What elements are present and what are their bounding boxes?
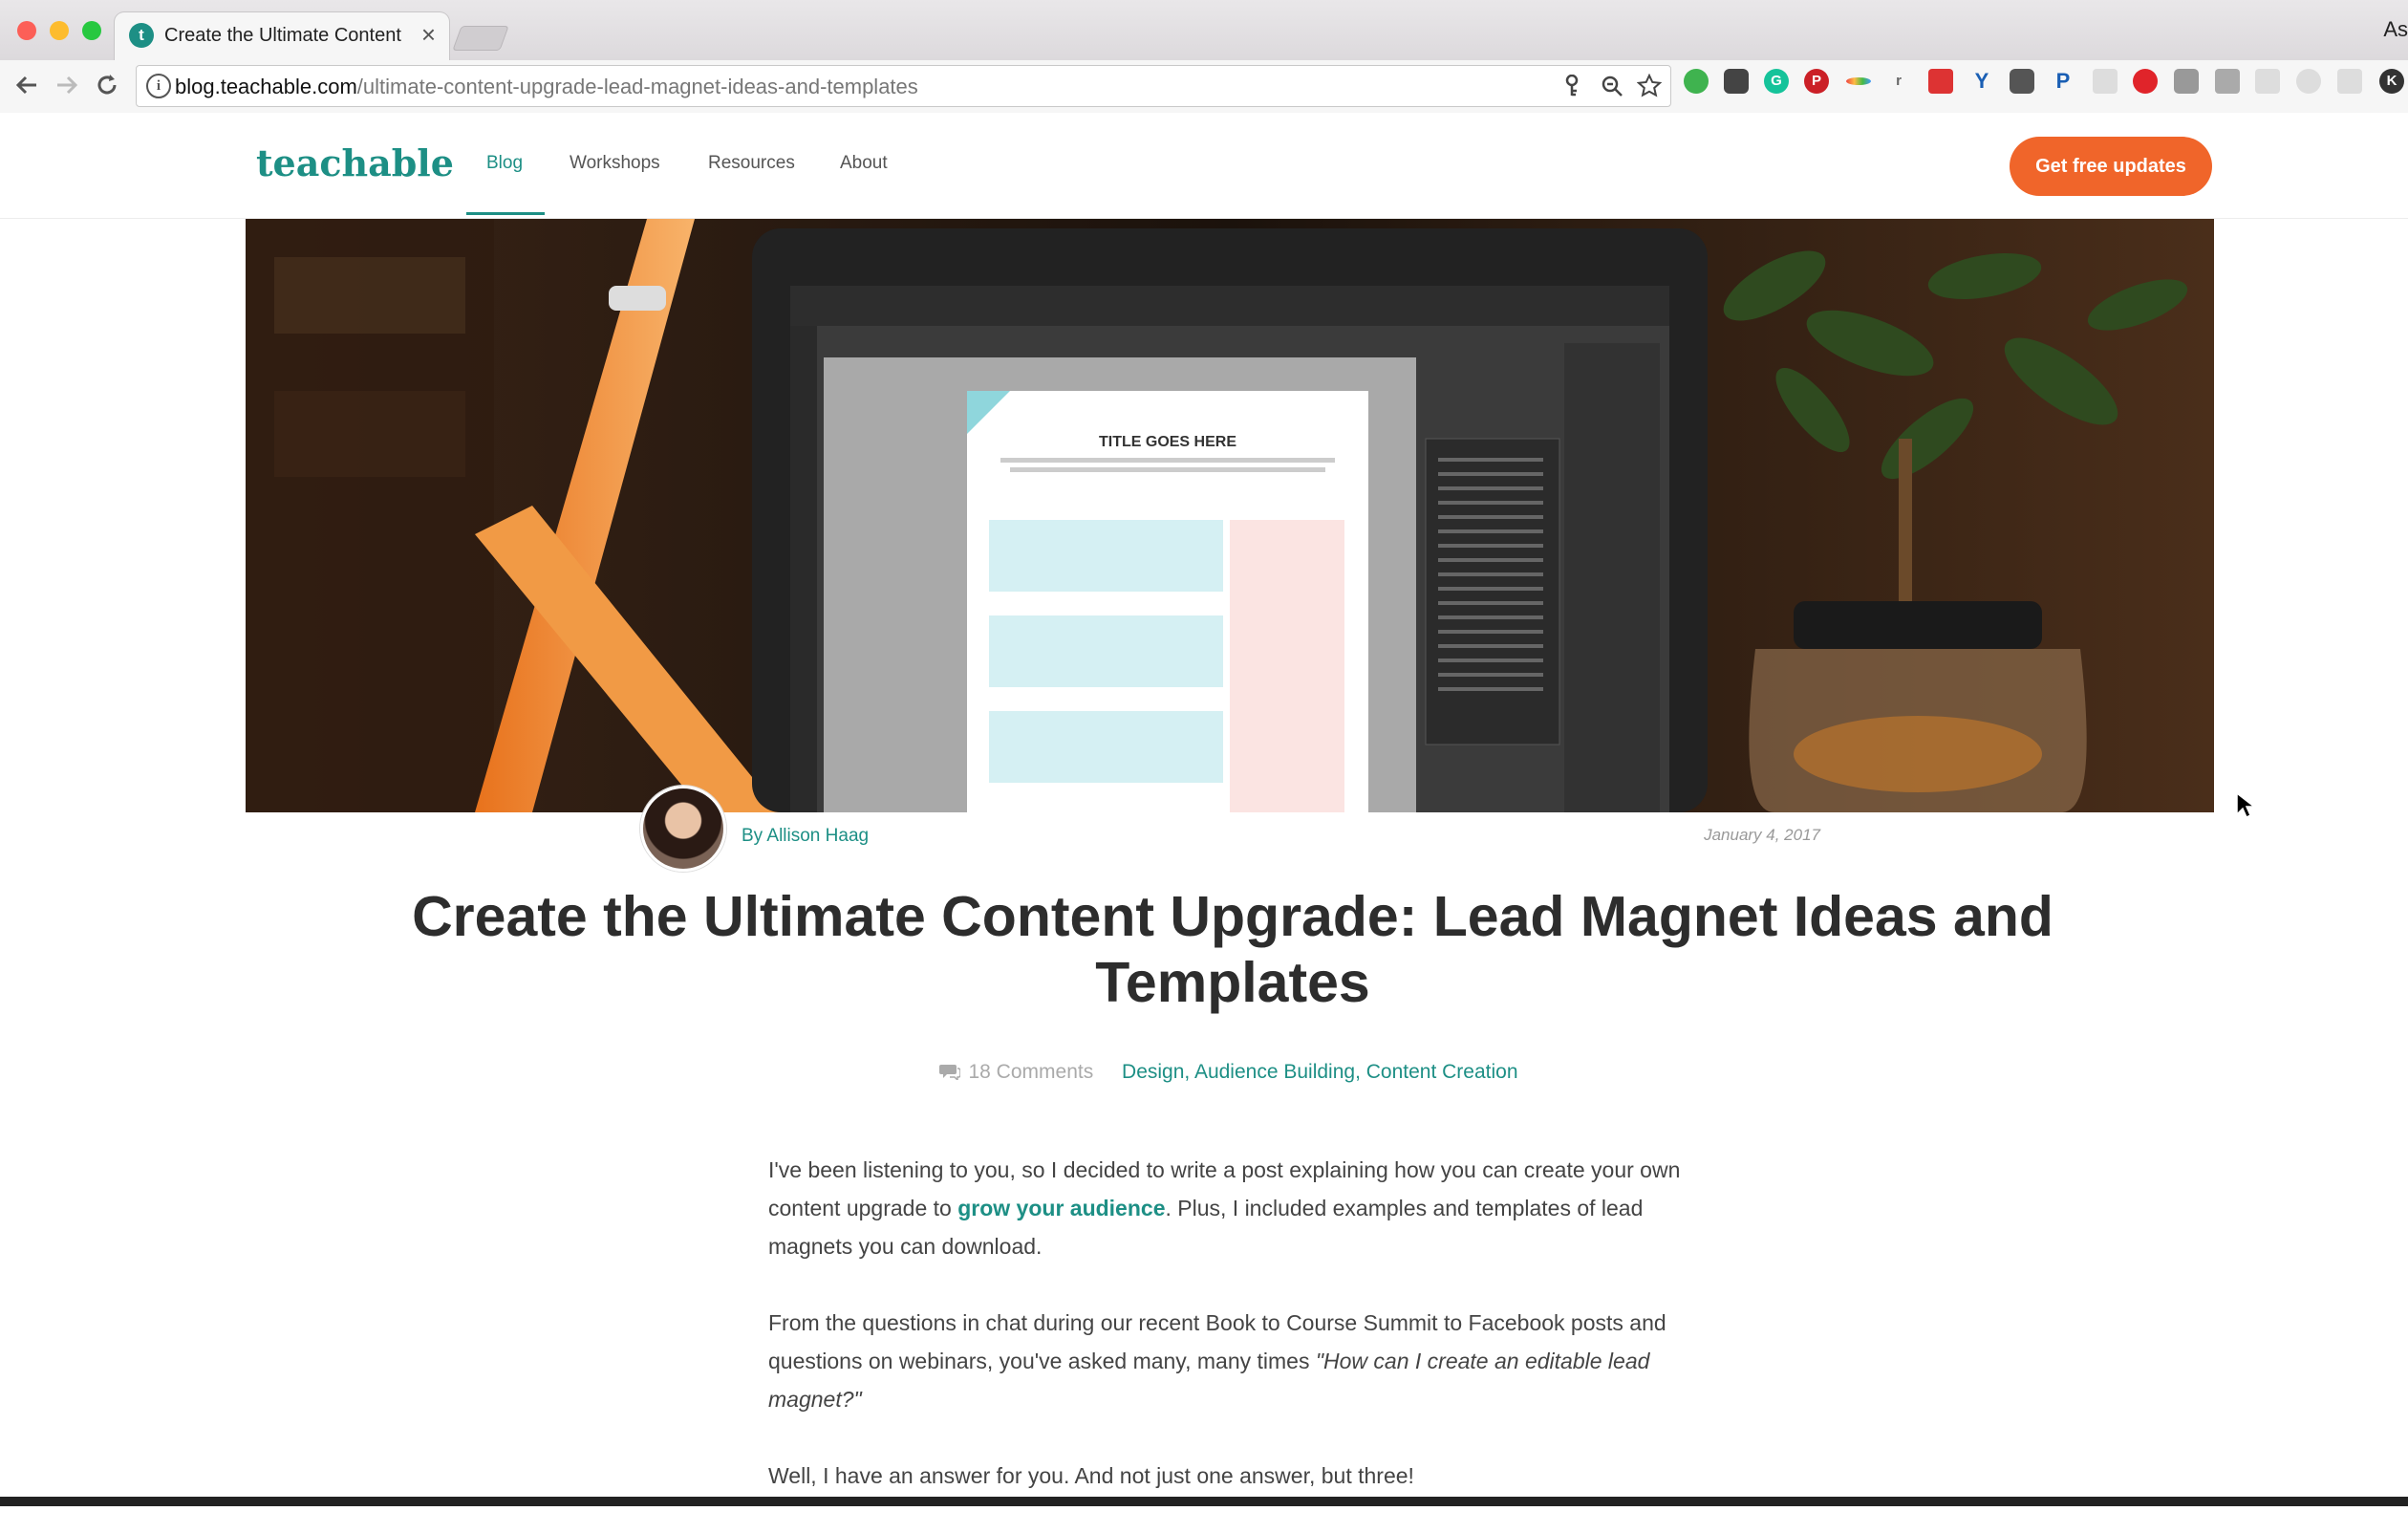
grammarly-icon[interactable]: G	[1764, 69, 1789, 94]
minimize-window-button[interactable]	[50, 21, 69, 40]
back-arrow-icon[interactable]	[13, 72, 40, 98]
teachable-favicon-icon: t	[129, 23, 154, 48]
post-body: I've been listening to you, so I decided…	[768, 1151, 1695, 1533]
category-content-creation[interactable]: Content Creation	[1366, 1061, 1518, 1083]
reload-icon[interactable]	[94, 72, 120, 98]
browser-titlebar: t Create the Ultimate Content U × As	[0, 0, 2408, 60]
get-free-updates-button[interactable]: Get free updates	[2010, 137, 2212, 196]
extension-green-icon[interactable]	[1684, 69, 1709, 94]
extension-k-square-icon[interactable]	[2215, 69, 2240, 94]
key-icon[interactable]	[1562, 75, 1581, 97]
forward-arrow-icon[interactable]	[54, 72, 80, 98]
category-audience-building[interactable]: Audience Building	[1194, 1061, 1355, 1083]
profile-k-icon[interactable]: K	[2379, 69, 2404, 94]
url-path: /ultimate-content-upgrade-lead-magnet-id…	[356, 75, 918, 98]
category-design[interactable]: Design	[1122, 1061, 1184, 1083]
post-meta: 18 Comments Design, Audience Building, C…	[0, 1061, 2408, 1084]
hero-image: TITLE GOES HERE	[246, 219, 2214, 812]
paragraph-1: I've been listening to you, so I decided…	[768, 1151, 1695, 1265]
extension-red-circle-icon[interactable]	[2133, 69, 2158, 94]
close-window-button[interactable]	[17, 21, 36, 40]
settings-gear-icon[interactable]	[2296, 69, 2321, 94]
teachable-logo[interactable]: teachable	[256, 141, 454, 184]
site-info-icon[interactable]: i	[146, 74, 171, 98]
mouse-cursor-icon	[2236, 791, 2254, 819]
window-bottom-edge	[0, 1497, 2408, 1506]
new-tab-button[interactable]	[452, 26, 509, 51]
hero-laptop-photo: TITLE GOES HERE	[246, 219, 2214, 812]
url-host: blog.teachable.com	[175, 75, 357, 98]
nav-blog[interactable]: Blog	[486, 153, 523, 174]
grow-your-audience-link[interactable]: grow your audience	[957, 1196, 1165, 1220]
address-url[interactable]: blog.teachable.com/ultimate-content-upgr…	[175, 75, 918, 99]
extension-hex-icon[interactable]	[1724, 69, 1749, 94]
post-title: Create the Ultimate Content Upgrade: Lea…	[412, 885, 2053, 1014]
extension-rainbow-icon[interactable]	[1846, 77, 1871, 85]
address-bar[interactable]: i blog.teachable.com/ultimate-content-up…	[136, 65, 1671, 107]
nav-about[interactable]: About	[840, 153, 888, 174]
comments-link[interactable]: 18 Comments	[939, 1061, 1099, 1083]
camera-icon[interactable]	[2174, 69, 2199, 94]
maximize-window-button[interactable]	[82, 21, 101, 40]
extension-p-icon[interactable]: P	[2051, 69, 2075, 94]
pocket-icon[interactable]	[2010, 69, 2034, 94]
nav-resources[interactable]: Resources	[708, 153, 795, 174]
comments-count: 18 Comments	[968, 1061, 1094, 1083]
bookmark-star-icon[interactable]	[1637, 74, 1662, 98]
paragraph-3: Well, I have an answer for you. And not …	[768, 1463, 1414, 1488]
author-name-link[interactable]: By Allison Haag	[742, 826, 869, 847]
extension-r-icon[interactable]: r	[1886, 69, 1911, 94]
extension-y-icon[interactable]: Y	[1969, 69, 1994, 94]
extension-grey-icon[interactable]	[2093, 69, 2118, 94]
author-avatar[interactable]	[640, 786, 726, 872]
extension-video-icon[interactable]	[2255, 69, 2280, 94]
category-list: Design, Audience Building, Content Creat…	[1122, 1061, 1518, 1083]
paragraph-2: From the questions in chat during our re…	[768, 1304, 1695, 1418]
zoom-icon[interactable]	[1601, 75, 1623, 97]
screen-doc-title: TITLE GOES HERE	[1099, 434, 1236, 450]
tab-title: Create the Ultimate Content U	[164, 25, 408, 46]
nav-active-indicator	[466, 212, 545, 215]
profile-corner-text[interactable]: As	[2383, 17, 2408, 42]
comment-icon	[939, 1065, 962, 1082]
extension-red-badge-icon[interactable]	[1928, 69, 1953, 94]
nav-workshops[interactable]: Workshops	[570, 153, 660, 174]
window-controls	[17, 21, 101, 40]
post-date: January 4, 2017	[1704, 826, 1820, 844]
browser-toolbar: i blog.teachable.com/ultimate-content-up…	[0, 60, 2408, 114]
browser-tab[interactable]: t Create the Ultimate Content U ×	[115, 12, 449, 60]
pinterest-icon[interactable]: P	[1804, 69, 1829, 94]
site-header: teachable Blog Workshops Resources About…	[0, 113, 2408, 219]
tab-close-icon[interactable]: ×	[421, 20, 436, 50]
extension-list-icon[interactable]	[2337, 69, 2362, 94]
